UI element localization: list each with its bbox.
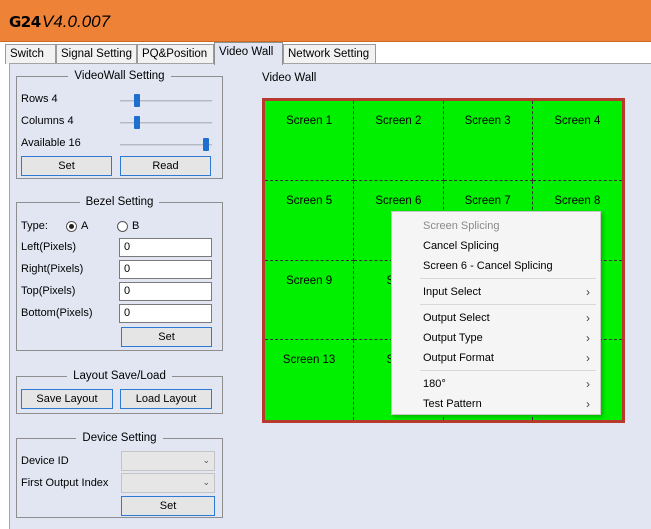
context-menu: Screen Splicing Cancel Splicing Screen 6 -… bbox=[391, 211, 601, 415]
available-slider-thumb[interactable] bbox=[203, 138, 209, 151]
first-output-index-select[interactable]: ⌄ bbox=[121, 473, 215, 493]
columns-slider-thumb[interactable] bbox=[134, 116, 140, 129]
type-a-label: A bbox=[81, 220, 89, 232]
app-logo: G24 bbox=[9, 13, 41, 31]
available-slider[interactable] bbox=[120, 138, 212, 152]
right-pixels-label: Right(Pixels) bbox=[21, 263, 84, 275]
menu-separator bbox=[420, 370, 596, 371]
load-layout-button[interactable]: Load Layout bbox=[120, 389, 212, 409]
chevron-right-icon: › bbox=[586, 351, 590, 365]
menu-item[interactable]: Screen 6 - Cancel Splicing bbox=[392, 256, 600, 276]
menu-item-label: Cancel Splicing bbox=[423, 240, 499, 252]
first-output-index-label: First Output Index bbox=[21, 477, 109, 489]
video-wall-panel: VideoWall Setting Rows 4 Columns 4 Avail… bbox=[9, 63, 651, 529]
menu-item-label: Test Pattern bbox=[423, 398, 482, 410]
screen-cell[interactable]: Screen 3 bbox=[443, 101, 533, 181]
menu-item[interactable]: Output Type › bbox=[392, 328, 600, 348]
menu-item: Screen Splicing bbox=[392, 216, 600, 236]
save-layout-button[interactable]: Save Layout bbox=[21, 389, 113, 409]
screen-cell[interactable]: Screen 2 bbox=[354, 101, 444, 181]
screen-cell[interactable]: Screen 9 bbox=[265, 260, 355, 341]
columns-label: Columns 4 bbox=[21, 115, 74, 127]
device-set-button[interactable]: Set bbox=[121, 496, 215, 516]
tab-network-setting[interactable]: Network Setting bbox=[283, 44, 376, 64]
menu-item-label: Screen 6 - Cancel Splicing bbox=[423, 260, 553, 272]
menu-item-label: Input Select bbox=[423, 286, 482, 298]
chevron-right-icon: › bbox=[586, 331, 590, 345]
videowall-set-button[interactable]: Set bbox=[21, 156, 112, 176]
chevron-right-icon: › bbox=[586, 311, 590, 325]
menu-item[interactable]: Output Select › bbox=[392, 308, 600, 328]
top-pixels-label: Top(Pixels) bbox=[21, 285, 76, 297]
title-bar: G24 V4.0.007 bbox=[0, 0, 651, 42]
columns-slider[interactable] bbox=[120, 116, 212, 130]
bottom-pixels-input[interactable]: 0 bbox=[119, 304, 212, 323]
chevron-right-icon: › bbox=[586, 397, 590, 411]
menu-separator bbox=[420, 304, 596, 305]
tab-video-wall[interactable]: Video Wall bbox=[214, 42, 283, 65]
menu-separator bbox=[420, 278, 596, 279]
menu-item[interactable]: Output Format › bbox=[392, 348, 600, 368]
rows-label: Rows 4 bbox=[21, 93, 58, 105]
chevron-right-icon: › bbox=[586, 285, 590, 299]
left-pixels-label: Left(Pixels) bbox=[21, 241, 77, 253]
menu-item-label: 180° bbox=[423, 378, 446, 390]
left-pixels-input[interactable]: 0 bbox=[119, 238, 212, 257]
chevron-right-icon: › bbox=[586, 377, 590, 391]
screen-cell[interactable]: Screen 4 bbox=[532, 101, 622, 181]
menu-item-label: Output Select bbox=[423, 312, 490, 324]
video-wall-title: Video Wall bbox=[262, 72, 317, 84]
device-id-label: Device ID bbox=[21, 455, 69, 467]
tab-strip: Switch Signal Setting PQ&Position Video … bbox=[0, 42, 651, 65]
tab-switch[interactable]: Switch bbox=[5, 44, 56, 64]
device-id-select[interactable]: ⌄ bbox=[121, 451, 215, 471]
menu-item-label: Screen Splicing bbox=[423, 220, 500, 232]
menu-item[interactable]: Input Select › bbox=[392, 282, 600, 302]
chevron-down-icon: ⌄ bbox=[202, 455, 210, 465]
app-version: V4.0.007 bbox=[42, 12, 111, 31]
bezel-setting-title: Bezel Setting bbox=[79, 196, 160, 208]
screen-cell[interactable]: Screen 13 bbox=[265, 340, 355, 420]
bezel-setting-group: Bezel Setting Type: A B Left(Pixels) 0 R… bbox=[16, 196, 223, 351]
type-b-label: B bbox=[132, 220, 140, 232]
bottom-pixels-label: Bottom(Pixels) bbox=[21, 307, 93, 319]
tab-signal-setting[interactable]: Signal Setting bbox=[56, 44, 137, 64]
videowall-setting-group: VideoWall Setting Rows 4 Columns 4 Avail… bbox=[16, 70, 223, 179]
bezel-set-button[interactable]: Set bbox=[121, 327, 212, 347]
screen-cell[interactable]: Screen 1 bbox=[265, 101, 355, 181]
tab-pq-position[interactable]: PQ&Position bbox=[137, 44, 214, 64]
menu-item[interactable]: Test Pattern › bbox=[392, 394, 600, 414]
chevron-down-icon: ⌄ bbox=[202, 477, 210, 487]
videowall-read-button[interactable]: Read bbox=[120, 156, 211, 176]
type-a-radio[interactable] bbox=[66, 221, 77, 232]
menu-item[interactable]: 180° › bbox=[392, 374, 600, 394]
rows-slider[interactable] bbox=[120, 94, 212, 108]
type-b-radio[interactable] bbox=[117, 221, 128, 232]
device-setting-group: Device Setting Device ID ⌄ First Output … bbox=[16, 432, 223, 518]
rows-slider-thumb[interactable] bbox=[134, 94, 140, 107]
layout-title: Layout Save/Load bbox=[67, 370, 172, 382]
menu-item-label: Output Format bbox=[423, 352, 494, 364]
screen-cell[interactable]: Screen 5 bbox=[265, 180, 355, 261]
menu-item-label: Output Type bbox=[423, 332, 483, 344]
type-label: Type: bbox=[21, 220, 48, 232]
videowall-setting-title: VideoWall Setting bbox=[68, 70, 171, 82]
device-setting-title: Device Setting bbox=[76, 432, 163, 444]
top-pixels-input[interactable]: 0 bbox=[119, 282, 212, 301]
available-label: Available 16 bbox=[21, 137, 81, 149]
menu-item[interactable]: Cancel Splicing bbox=[392, 236, 600, 256]
right-pixels-input[interactable]: 0 bbox=[119, 260, 212, 279]
layout-group: Layout Save/Load Save Layout Load Layout bbox=[16, 370, 223, 414]
